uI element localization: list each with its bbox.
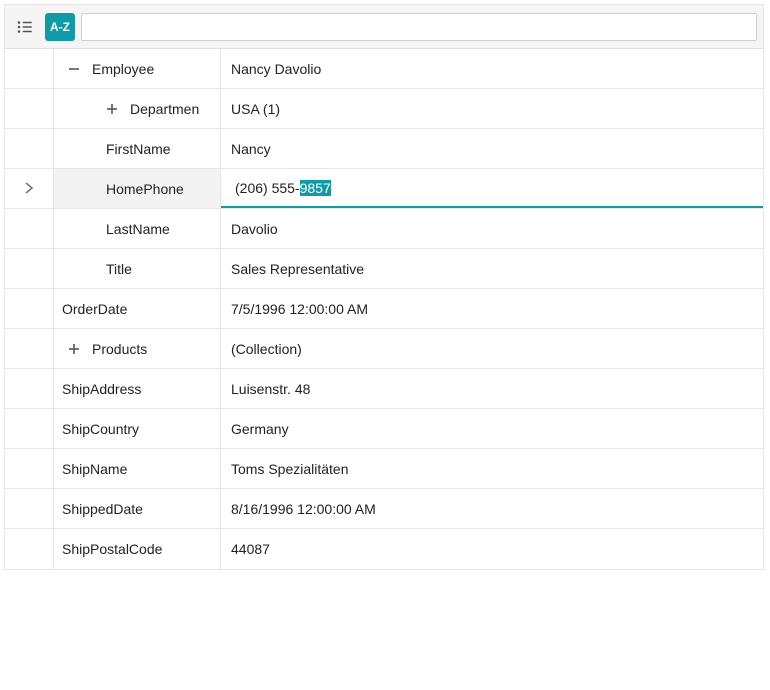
homephone-input[interactable]: (206) 555-9857	[229, 180, 331, 196]
search-input[interactable]	[81, 13, 757, 41]
value-cell[interactable]: Nancy	[221, 129, 763, 168]
value-cell[interactable]: Toms Spezialitäten	[221, 449, 763, 488]
label-cell: ShippedDate	[53, 489, 221, 528]
minus-icon	[68, 63, 80, 75]
label-cell: Products	[53, 329, 221, 368]
toolbar: A-Z	[5, 5, 763, 49]
property-label: ShipAddress	[62, 381, 141, 397]
property-label: ShippedDate	[62, 501, 143, 517]
property-label: HomePhone	[106, 181, 184, 197]
sort-button[interactable]: A-Z	[45, 13, 75, 41]
property-label: Title	[106, 261, 132, 277]
label-cell: Title	[53, 249, 221, 288]
property-label: ShipPostalCode	[62, 541, 162, 557]
expand-button[interactable]	[64, 339, 84, 359]
editor[interactable]: (206) 555-9857	[221, 169, 763, 208]
expand-button[interactable]	[102, 99, 122, 119]
row-indicator	[5, 181, 53, 197]
chevron-right-icon	[23, 181, 35, 197]
row-department[interactable]: Departmen USA (1)	[5, 89, 763, 129]
label-cell: FirstName	[53, 129, 221, 168]
label-cell: HomePhone	[53, 169, 221, 208]
value-cell[interactable]: Luisenstr. 48	[221, 369, 763, 408]
text-pre: (206) 555-	[235, 180, 300, 196]
value-cell[interactable]: (Collection)	[221, 329, 763, 368]
property-grid: Employee Nancy Davolio Departmen USA (1)	[5, 49, 763, 569]
value-cell[interactable]: Sales Representative	[221, 249, 763, 288]
label-cell: ShipCountry	[53, 409, 221, 448]
plus-icon	[106, 103, 118, 115]
value-cell[interactable]: 44087	[221, 529, 763, 569]
plus-icon	[68, 343, 80, 355]
property-label: ShipCountry	[62, 421, 139, 437]
categorize-button[interactable]	[11, 13, 39, 41]
label-cell: OrderDate	[53, 289, 221, 328]
property-label: ShipName	[62, 461, 127, 477]
row-shipname[interactable]: ShipName Toms Spezialitäten	[5, 449, 763, 489]
label-cell: Employee	[53, 49, 221, 88]
row-homephone[interactable]: HomePhone (206) 555-9857	[5, 169, 763, 209]
property-grid-panel: A-Z Employee Nancy Davolio	[4, 4, 764, 570]
row-lastname[interactable]: LastName Davolio	[5, 209, 763, 249]
row-employee[interactable]: Employee Nancy Davolio	[5, 49, 763, 89]
property-label: OrderDate	[62, 301, 127, 317]
label-cell: Departmen	[53, 89, 221, 128]
row-shipcountry[interactable]: ShipCountry Germany	[5, 409, 763, 449]
row-firstname[interactable]: FirstName Nancy	[5, 129, 763, 169]
label-cell: LastName	[53, 209, 221, 248]
value-cell[interactable]: USA (1)	[221, 89, 763, 128]
property-label: Departmen	[130, 101, 199, 117]
row-shipaddress[interactable]: ShipAddress Luisenstr. 48	[5, 369, 763, 409]
value-cell[interactable]: Germany	[221, 409, 763, 448]
value-cell[interactable]: (206) 555-9857	[221, 169, 763, 208]
value-cell[interactable]: 7/5/1996 12:00:00 AM	[221, 289, 763, 328]
list-icon	[16, 18, 34, 36]
property-label: Employee	[92, 61, 154, 77]
label-cell: ShipPostalCode	[53, 529, 221, 569]
row-products[interactable]: Products (Collection)	[5, 329, 763, 369]
row-shippostal[interactable]: ShipPostalCode 44087	[5, 529, 763, 569]
label-cell: ShipName	[53, 449, 221, 488]
property-label: LastName	[106, 221, 170, 237]
row-title[interactable]: Title Sales Representative	[5, 249, 763, 289]
collapse-button[interactable]	[64, 59, 84, 79]
row-orderdate[interactable]: OrderDate 7/5/1996 12:00:00 AM	[5, 289, 763, 329]
value-cell[interactable]: Davolio	[221, 209, 763, 248]
property-label: FirstName	[106, 141, 171, 157]
property-label: Products	[92, 341, 147, 357]
label-cell: ShipAddress	[53, 369, 221, 408]
value-cell[interactable]: 8/16/1996 12:00:00 AM	[221, 489, 763, 528]
row-shippeddate[interactable]: ShippedDate 8/16/1996 12:00:00 AM	[5, 489, 763, 529]
text-selection: 9857	[300, 180, 331, 196]
value-cell[interactable]: Nancy Davolio	[221, 49, 763, 88]
